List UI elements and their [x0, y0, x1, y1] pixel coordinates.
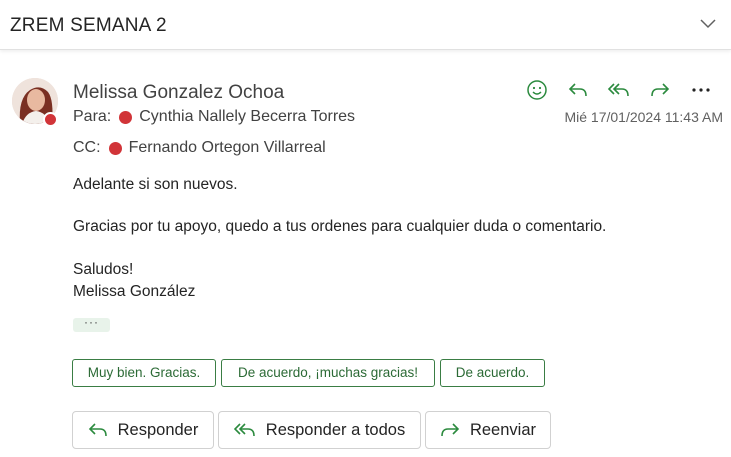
sender-name[interactable]: Melissa Gonzalez Ochoa [73, 82, 284, 104]
to-recipient[interactable]: Cynthia Nallely Becerra Torres [139, 108, 355, 126]
reply-button[interactable]: Responder [72, 411, 214, 449]
forward-label: Reenviar [469, 420, 537, 439]
body-line: Saludos! [73, 261, 134, 278]
suggested-reply-1[interactable]: Muy bien. Gracias. [72, 359, 216, 387]
chevron-down-icon[interactable] [699, 16, 717, 30]
forward-icon [441, 423, 460, 437]
body-line: Adelante si son nuevos. [73, 176, 238, 193]
presence-badge [43, 112, 58, 127]
reply-all-icon[interactable] [598, 78, 639, 102]
show-more-button[interactable]: ··· [73, 316, 110, 332]
suggested-reply-2[interactable]: De acuerdo, ¡muchas gracias! [221, 359, 435, 387]
reply-label: Responder [117, 420, 199, 439]
reply-all-button[interactable]: Responder a todos [218, 411, 421, 449]
forward-button[interactable]: Reenviar [425, 411, 551, 449]
body-line: Gracias por tu apoyo, quedo a tus ordene… [73, 218, 607, 235]
suggested-reply-3[interactable]: De acuerdo. [440, 359, 545, 387]
emoji-icon[interactable] [516, 78, 557, 102]
to-label: Para: [73, 108, 112, 125]
cc-line: CC: Fernando Ortegon Villarreal [73, 139, 326, 157]
reply-icon[interactable] [557, 78, 598, 102]
reply-icon [88, 423, 107, 437]
email-subject: ZREM SEMANA 2 [10, 15, 167, 36]
reply-all-label: Responder a todos [265, 420, 406, 439]
message-date: Mié 17/01/2024 11:43 AM [564, 109, 723, 125]
forward-icon[interactable] [639, 78, 680, 102]
signature: Melissa González [73, 283, 196, 300]
presence-icon [108, 141, 122, 155]
more-icon[interactable] [680, 78, 721, 102]
message-actions [516, 78, 721, 102]
to-line: Para: Cynthia Nallely Becerra Torres [73, 108, 355, 126]
cc-label: CC: [73, 139, 101, 156]
cc-recipient[interactable]: Fernando Ortegon Villarreal [129, 139, 326, 157]
reply-all-icon [233, 423, 255, 437]
subject-bar: ZREM SEMANA 2 [0, 0, 731, 50]
presence-icon [119, 110, 133, 124]
